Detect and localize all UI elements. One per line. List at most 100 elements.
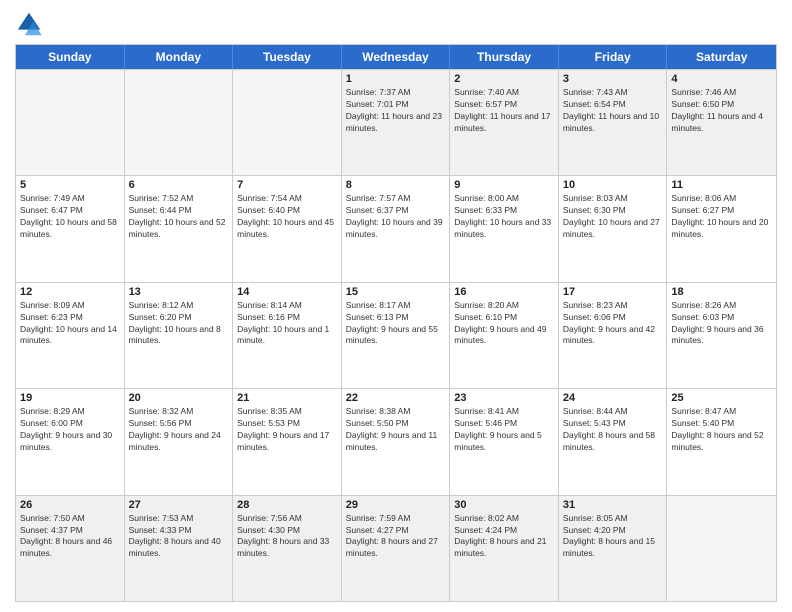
cal-cell-24: 24 Sunrise: 8:44 AM Sunset: 5:43 PM Dayli… <box>559 389 668 494</box>
cal-cell-27: 27 Sunrise: 7:53 AM Sunset: 4:33 PM Dayli… <box>125 496 234 601</box>
cal-cell-20: 20 Sunrise: 8:32 AM Sunset: 5:56 PM Dayli… <box>125 389 234 494</box>
day-number: 25 <box>671 392 772 404</box>
cal-cell-12: 12 Sunrise: 8:09 AM Sunset: 6:23 PM Dayli… <box>16 283 125 388</box>
day-number: 20 <box>129 392 229 404</box>
day-number: 27 <box>129 499 229 511</box>
cal-cell-23: 23 Sunrise: 8:41 AM Sunset: 5:46 PM Dayli… <box>450 389 559 494</box>
day-number: 22 <box>346 392 446 404</box>
cal-cell-22: 22 Sunrise: 8:38 AM Sunset: 5:50 PM Dayli… <box>342 389 451 494</box>
day-info: Sunrise: 7:54 AM Sunset: 6:40 PM Dayligh… <box>237 193 337 241</box>
header <box>15 10 777 38</box>
day-number: 7 <box>237 179 337 191</box>
day-info: Sunrise: 8:14 AM Sunset: 6:16 PM Dayligh… <box>237 300 337 348</box>
cal-cell-21: 21Sunrise: 8:35 AM Sunset: 5:53 PM Dayli… <box>233 389 342 494</box>
cal-cell-7: 7 Sunrise: 7:54 AM Sunset: 6:40 PM Daylig… <box>233 176 342 281</box>
day-number: 31 <box>563 499 663 511</box>
day-number: 13 <box>129 286 229 298</box>
day-number: 24 <box>563 392 663 404</box>
weekday-header-sunday: Sunday <box>16 45 125 69</box>
day-info: Sunrise: 8:02 AM Sunset: 4:24 PM Dayligh… <box>454 513 554 561</box>
weekday-header-saturday: Saturday <box>667 45 776 69</box>
week-row-3: 12 Sunrise: 8:09 AM Sunset: 6:23 PM Dayli… <box>16 282 776 388</box>
day-info: Sunrise: 8:32 AM Sunset: 5:56 PM Dayligh… <box>129 406 229 454</box>
day-info: Sunrise: 7:56 AM Sunset: 4:30 PM Dayligh… <box>237 513 337 561</box>
page: SundayMondayTuesdayWednesdayThursdayFrid… <box>0 0 792 612</box>
calendar: SundayMondayTuesdayWednesdayThursdayFrid… <box>15 44 777 602</box>
day-info: Sunrise: 8:44 AM Sunset: 5:43 PM Dayligh… <box>563 406 663 454</box>
cal-cell-8: 8 Sunrise: 7:57 AM Sunset: 6:37 PM Daylig… <box>342 176 451 281</box>
day-number: 6 <box>129 179 229 191</box>
day-number: 4 <box>671 73 772 85</box>
day-info: Sunrise: 8:03 AM Sunset: 6:30 PM Dayligh… <box>563 193 663 241</box>
week-row-1: 1 Sunrise: 7:37 AM Sunset: 7:01 PM Daylig… <box>16 69 776 175</box>
day-info: Sunrise: 8:41 AM Sunset: 5:46 PM Dayligh… <box>454 406 554 454</box>
day-number: 17 <box>563 286 663 298</box>
weekday-header-monday: Monday <box>125 45 234 69</box>
cal-cell-15: 15 Sunrise: 8:17 AM Sunset: 6:13 PM Dayli… <box>342 283 451 388</box>
cal-cell-2: 2 Sunrise: 7:40 AM Sunset: 6:57 PM Daylig… <box>450 70 559 175</box>
day-info: Sunrise: 7:57 AM Sunset: 6:37 PM Dayligh… <box>346 193 446 241</box>
day-number: 11 <box>671 179 772 191</box>
day-number: 12 <box>20 286 120 298</box>
day-info: Sunrise: 8:12 AM Sunset: 6:20 PM Dayligh… <box>129 300 229 348</box>
cal-cell-14: 14 Sunrise: 8:14 AM Sunset: 6:16 PM Dayli… <box>233 283 342 388</box>
day-number: 18 <box>671 286 772 298</box>
day-number: 26 <box>20 499 120 511</box>
week-row-5: 26 Sunrise: 7:50 AM Sunset: 4:37 PM Dayli… <box>16 495 776 601</box>
day-info: Sunrise: 8:20 AM Sunset: 6:10 PM Dayligh… <box>454 300 554 348</box>
cal-cell-28: 28 Sunrise: 7:56 AM Sunset: 4:30 PM Dayli… <box>233 496 342 601</box>
day-info: Sunrise: 7:52 AM Sunset: 6:44 PM Dayligh… <box>129 193 229 241</box>
day-number: 23 <box>454 392 554 404</box>
cal-cell-30: 30Sunrise: 8:02 AM Sunset: 4:24 PM Dayli… <box>450 496 559 601</box>
day-info: Sunrise: 8:05 AM Sunset: 4:20 PM Dayligh… <box>563 513 663 561</box>
day-number: 8 <box>346 179 446 191</box>
day-info: Sunrise: 7:43 AM Sunset: 6:54 PM Dayligh… <box>563 87 663 135</box>
cal-cell-10: 10Sunrise: 8:03 AM Sunset: 6:30 PM Dayli… <box>559 176 668 281</box>
day-number: 29 <box>346 499 446 511</box>
cal-cell-29: 29 Sunrise: 7:59 AM Sunset: 4:27 PM Dayli… <box>342 496 451 601</box>
day-info: Sunrise: 8:17 AM Sunset: 6:13 PM Dayligh… <box>346 300 446 348</box>
cal-cell-13: 13 Sunrise: 8:12 AM Sunset: 6:20 PM Dayli… <box>125 283 234 388</box>
cal-cell-26: 26 Sunrise: 7:50 AM Sunset: 4:37 PM Dayli… <box>16 496 125 601</box>
cal-cell-16: 16 Sunrise: 8:20 AM Sunset: 6:10 PM Dayli… <box>450 283 559 388</box>
day-number: 21 <box>237 392 337 404</box>
cal-cell-6: 6 Sunrise: 7:52 AM Sunset: 6:44 PM Daylig… <box>125 176 234 281</box>
cal-cell-empty-46 <box>667 496 776 601</box>
day-info: Sunrise: 7:59 AM Sunset: 4:27 PM Dayligh… <box>346 513 446 561</box>
week-row-2: 5Sunrise: 7:49 AM Sunset: 6:47 PM Daylig… <box>16 175 776 281</box>
day-info: Sunrise: 8:29 AM Sunset: 6:00 PM Dayligh… <box>20 406 120 454</box>
day-info: Sunrise: 7:50 AM Sunset: 4:37 PM Dayligh… <box>20 513 120 561</box>
day-number: 9 <box>454 179 554 191</box>
day-info: Sunrise: 7:53 AM Sunset: 4:33 PM Dayligh… <box>129 513 229 561</box>
day-number: 2 <box>454 73 554 85</box>
day-number: 28 <box>237 499 337 511</box>
cal-cell-18: 18 Sunrise: 8:26 AM Sunset: 6:03 PM Dayli… <box>667 283 776 388</box>
cal-cell-empty-01 <box>125 70 234 175</box>
cal-cell-5: 5Sunrise: 7:49 AM Sunset: 6:47 PM Daylig… <box>16 176 125 281</box>
day-number: 14 <box>237 286 337 298</box>
cal-cell-17: 17 Sunrise: 8:23 AM Sunset: 6:06 PM Dayli… <box>559 283 668 388</box>
day-info: Sunrise: 8:38 AM Sunset: 5:50 PM Dayligh… <box>346 406 446 454</box>
day-info: Sunrise: 8:23 AM Sunset: 6:06 PM Dayligh… <box>563 300 663 348</box>
logo-icon <box>15 10 43 38</box>
weekday-header-tuesday: Tuesday <box>233 45 342 69</box>
weekday-header-friday: Friday <box>559 45 668 69</box>
day-number: 19 <box>20 392 120 404</box>
day-number: 16 <box>454 286 554 298</box>
week-row-4: 19 Sunrise: 8:29 AM Sunset: 6:00 PM Dayli… <box>16 388 776 494</box>
cal-cell-1: 1 Sunrise: 7:37 AM Sunset: 7:01 PM Daylig… <box>342 70 451 175</box>
cal-cell-empty-02 <box>233 70 342 175</box>
day-info: Sunrise: 7:40 AM Sunset: 6:57 PM Dayligh… <box>454 87 554 135</box>
day-info: Sunrise: 7:46 AM Sunset: 6:50 PM Dayligh… <box>671 87 772 135</box>
day-info: Sunrise: 8:09 AM Sunset: 6:23 PM Dayligh… <box>20 300 120 348</box>
day-info: Sunrise: 7:49 AM Sunset: 6:47 PM Dayligh… <box>20 193 120 241</box>
cal-cell-11: 11Sunrise: 8:06 AM Sunset: 6:27 PM Dayli… <box>667 176 776 281</box>
day-number: 15 <box>346 286 446 298</box>
day-info: Sunrise: 8:26 AM Sunset: 6:03 PM Dayligh… <box>671 300 772 348</box>
weekday-header-thursday: Thursday <box>450 45 559 69</box>
cal-cell-4: 4 Sunrise: 7:46 AM Sunset: 6:50 PM Daylig… <box>667 70 776 175</box>
cal-cell-9: 9Sunrise: 8:00 AM Sunset: 6:33 PM Daylig… <box>450 176 559 281</box>
day-number: 1 <box>346 73 446 85</box>
day-info: Sunrise: 7:37 AM Sunset: 7:01 PM Dayligh… <box>346 87 446 135</box>
cal-cell-19: 19 Sunrise: 8:29 AM Sunset: 6:00 PM Dayli… <box>16 389 125 494</box>
